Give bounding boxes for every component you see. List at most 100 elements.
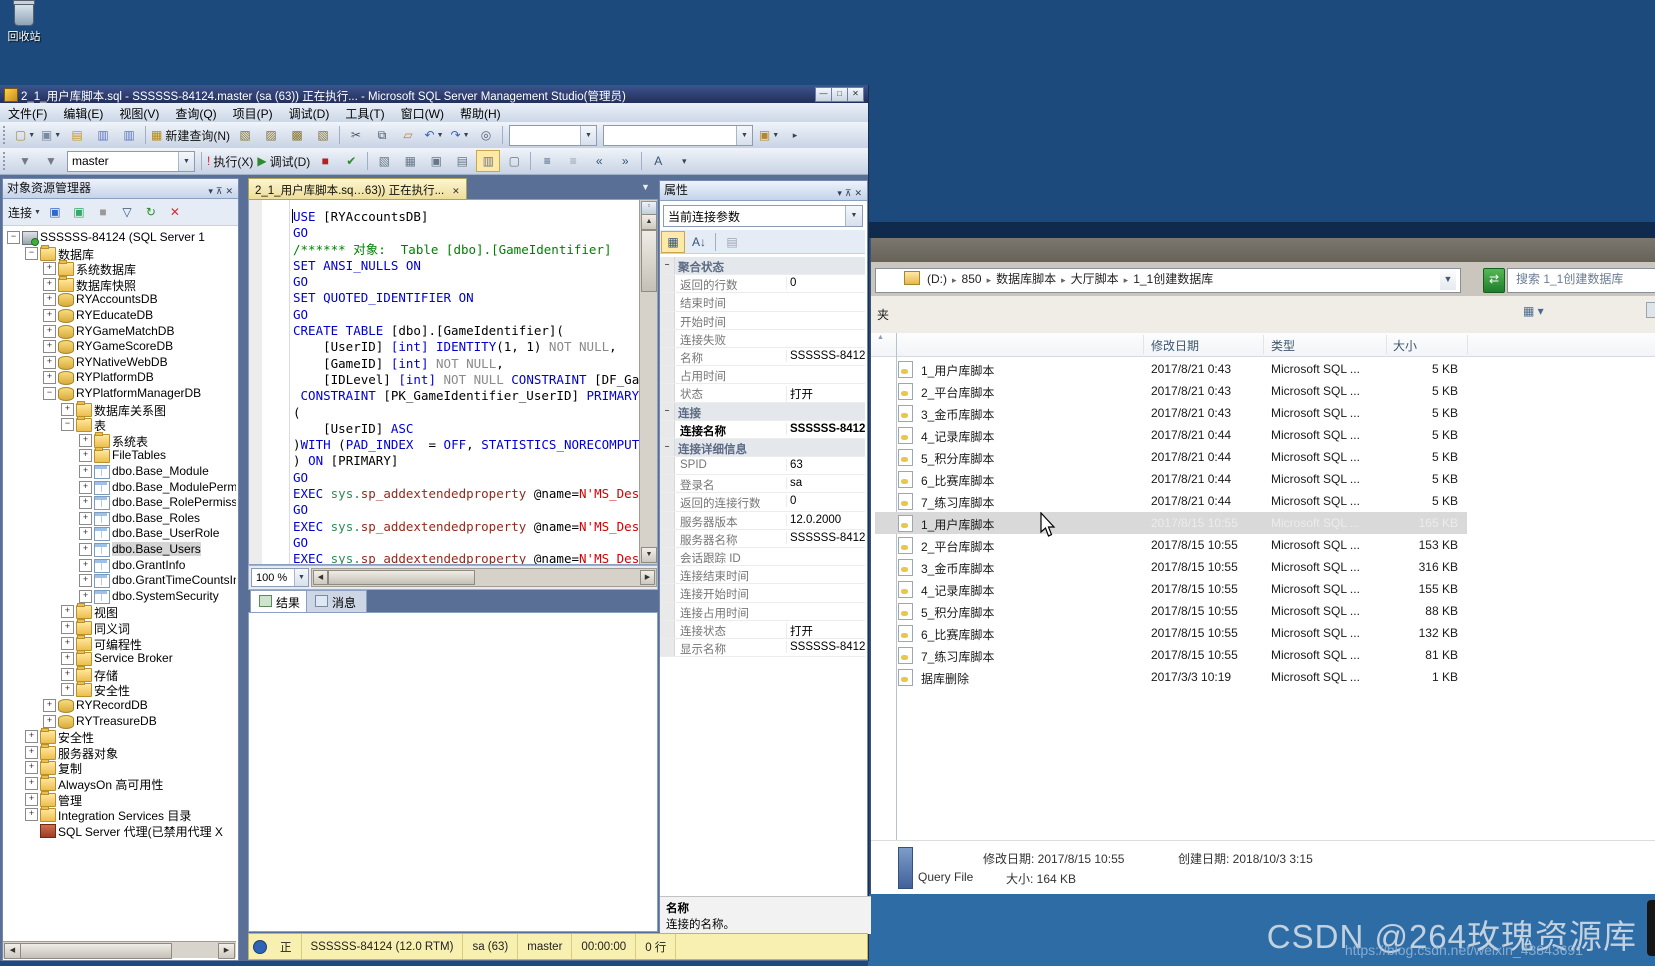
expand-icon[interactable]: + [61,636,74,650]
tree-item[interactable]: + 复制 [3,759,236,776]
categorized-icon[interactable]: ▦ [661,230,685,253]
sql-editor[interactable]: USE [RYAccountsDB] GO/****** 对象: Table [d… [248,199,658,565]
tree-item-label[interactable]: Service Broker [94,651,173,665]
tree-item[interactable]: + Integration Services 目录 [3,806,236,823]
expand-icon[interactable]: + [43,714,56,728]
file-row[interactable]: 5_积分库脚本 2017/8/15 10:55 Microsoft SQL ... 8… [875,600,1467,622]
tree-item-label[interactable]: dbo.Base_RolePermissi [112,495,236,509]
property-row[interactable]: 服务器版本 12.0.2000 [660,511,865,530]
collapse-icon[interactable]: − [660,438,675,457]
results-to-grid-icon[interactable]: ▥ [476,150,501,172]
tree-item[interactable]: − RYPlatformManagerDB [3,385,236,401]
expand-icon[interactable]: + [61,605,74,619]
breadcrumb-separator-icon[interactable]: ▸ [1122,275,1131,285]
scroll-thumb[interactable] [328,570,475,585]
stop-icon[interactable]: ■ [92,201,114,223]
menu-item[interactable]: 帮助(H) [452,103,509,124]
collapse-icon[interactable]: − [43,387,56,400]
tree-item-label[interactable]: dbo.Base_ModulePermissi [112,480,236,494]
chevron-down-icon[interactable]: ▼ [845,206,862,226]
expand-icon[interactable]: + [43,699,56,712]
tree-item[interactable]: + 同义词 [3,619,236,636]
expand-icon[interactable]: + [79,449,92,463]
tree-item[interactable]: + RYGameMatchDB [3,323,236,339]
tree-item-label[interactable]: FileTables [112,448,166,462]
property-row[interactable]: 名称 SSSSSS-84124 [660,347,865,367]
zoom-combo[interactable]: 100 % ▼ [251,568,309,587]
property-value[interactable]: 0 [786,495,865,508]
property-row[interactable]: 状态 打开 [660,384,865,403]
property-group-row[interactable]: − 连接 [660,402,865,421]
property-value[interactable]: 打开 [786,386,865,402]
horizontal-scrollbar[interactable]: ◀ ▶ [3,941,236,959]
navigate-backward-icon[interactable]: ◎ [474,124,498,146]
property-row[interactable]: 结束时间 [660,293,865,312]
expand-icon[interactable]: + [43,340,56,354]
collapse-icon[interactable]: − [25,246,38,260]
chevron-down-icon[interactable]: ▼ [736,125,753,145]
tree-item[interactable]: + 安全性 [3,728,236,745]
tree-item[interactable]: + dbo.Base_ModulePermissi [3,479,236,495]
alphabetical-icon[interactable]: A↓ [687,231,711,253]
tree-item[interactable]: + RYEducateDB [3,307,236,323]
scroll-thumb[interactable] [641,230,657,292]
column-headers[interactable]: ▲ 修改日期 类型 大小 [871,333,1655,357]
disconnect-db-icon[interactable]: ▼ [39,150,63,172]
scroll-down-icon[interactable]: ▼ [641,547,657,563]
window-position-icon[interactable]: ▾ [837,188,845,198]
tree-item[interactable]: + RYTreasureDB [3,713,236,729]
code-text[interactable]: USE [RYAccountsDB] GO/****** 对象: Table [d… [293,209,657,564]
expand-icon[interactable]: + [25,792,38,806]
expand-icon[interactable]: + [25,761,38,775]
expand-icon[interactable]: + [79,511,92,525]
tree-item[interactable]: + dbo.GrantInfo [3,557,236,573]
comment-icon[interactable]: ≡ [535,150,559,172]
tree-item[interactable]: + 数据库快照 [3,275,236,293]
recycle-bin-icon[interactable]: 回收站 [2,0,46,54]
tree-item[interactable]: + RYRecordDB [3,697,236,713]
scroll-left-icon[interactable]: ◀ [4,943,21,959]
file-row[interactable]: 6_比赛库脚本 2017/8/21 0:44 Microsoft SQL ... 5 … [875,468,1467,490]
address-dropdown-icon[interactable]: ▼ [1440,269,1456,290]
breadcrumb-item[interactable]: 850 [959,272,985,286]
file-row[interactable]: 据库删除 2017/3/3 10:19 Microsoft SQL ... 1 KB [875,666,1467,688]
menu-item[interactable]: 项目(P) [225,103,281,124]
tree-item[interactable]: + 系统表 [3,431,236,449]
document-list-dropdown-icon[interactable]: ▼ [641,182,650,192]
tree-item[interactable]: + FileTables [3,447,236,464]
filter-icon[interactable]: ▽ [116,201,138,223]
vertical-scrollbar[interactable]: ⹀ ▲ ▼ [639,200,657,564]
properties-header[interactable]: 属性 ▾⊼✕ [660,181,867,201]
property-value[interactable]: SSSSSS-84124 [786,349,865,362]
tree-item-label[interactable]: RYPlatformManagerDB [76,386,201,400]
refresh-go-button[interactable]: ⇄ [1483,268,1505,293]
property-row[interactable]: 连接名称 SSSSSS-84124 (sa) [660,420,865,439]
tree-item[interactable]: + 视图 [3,603,236,620]
tree-item-label[interactable]: SSSSSS-84124 (SQL Server 12.0.2000 [40,230,205,244]
expand-icon[interactable]: + [43,277,56,291]
expand-icon[interactable]: + [79,558,92,572]
tree-item-label[interactable]: dbo.Base_Roles [112,511,200,525]
expand-icon[interactable]: + [79,433,92,447]
property-group-row[interactable]: − 连接详细信息 [660,438,865,458]
tree-item-label[interactable]: dbo.GrantInfo [112,558,185,572]
database-combo[interactable]: master ▼ [67,150,195,172]
column-header-type[interactable]: 类型 [1271,337,1295,354]
decrease-indent-icon[interactable]: « [587,150,611,172]
file-row[interactable]: 1_用户库脚本 2017/8/21 0:43 Microsoft SQL ... 5 … [875,358,1467,380]
address-bar[interactable]: (D:) ▸ 850 ▸ 数据库脚本 ▸ 大厅脚本 ▸ 1_1创建数据库 ▼ [875,268,1461,293]
property-row[interactable]: 返回的连接行数 0 [660,493,865,512]
open-file-icon[interactable]: ▤ [65,124,89,146]
tree-item[interactable]: + RYAccountsDB [3,291,236,308]
property-value[interactable]: 打开 [786,622,865,638]
save-icon[interactable]: ▥ [91,124,115,146]
file-row[interactable]: 1_用户库脚本 2017/8/15 10:55 Microsoft SQL ... 1… [875,512,1467,534]
expand-icon[interactable]: + [61,402,74,416]
query-designer-icon[interactable]: ▦ [398,150,422,172]
chevron-down-icon[interactable]: ▼ [178,151,194,171]
property-row[interactable]: 连接失败 [660,329,865,348]
menu-item[interactable]: 编辑(E) [55,103,111,124]
tab-close-icon[interactable]: ✕ [452,186,460,196]
new-folder-label-fragment[interactable]: 夹 [877,306,889,323]
redo-icon[interactable]: ↷ ▼ [448,124,472,146]
